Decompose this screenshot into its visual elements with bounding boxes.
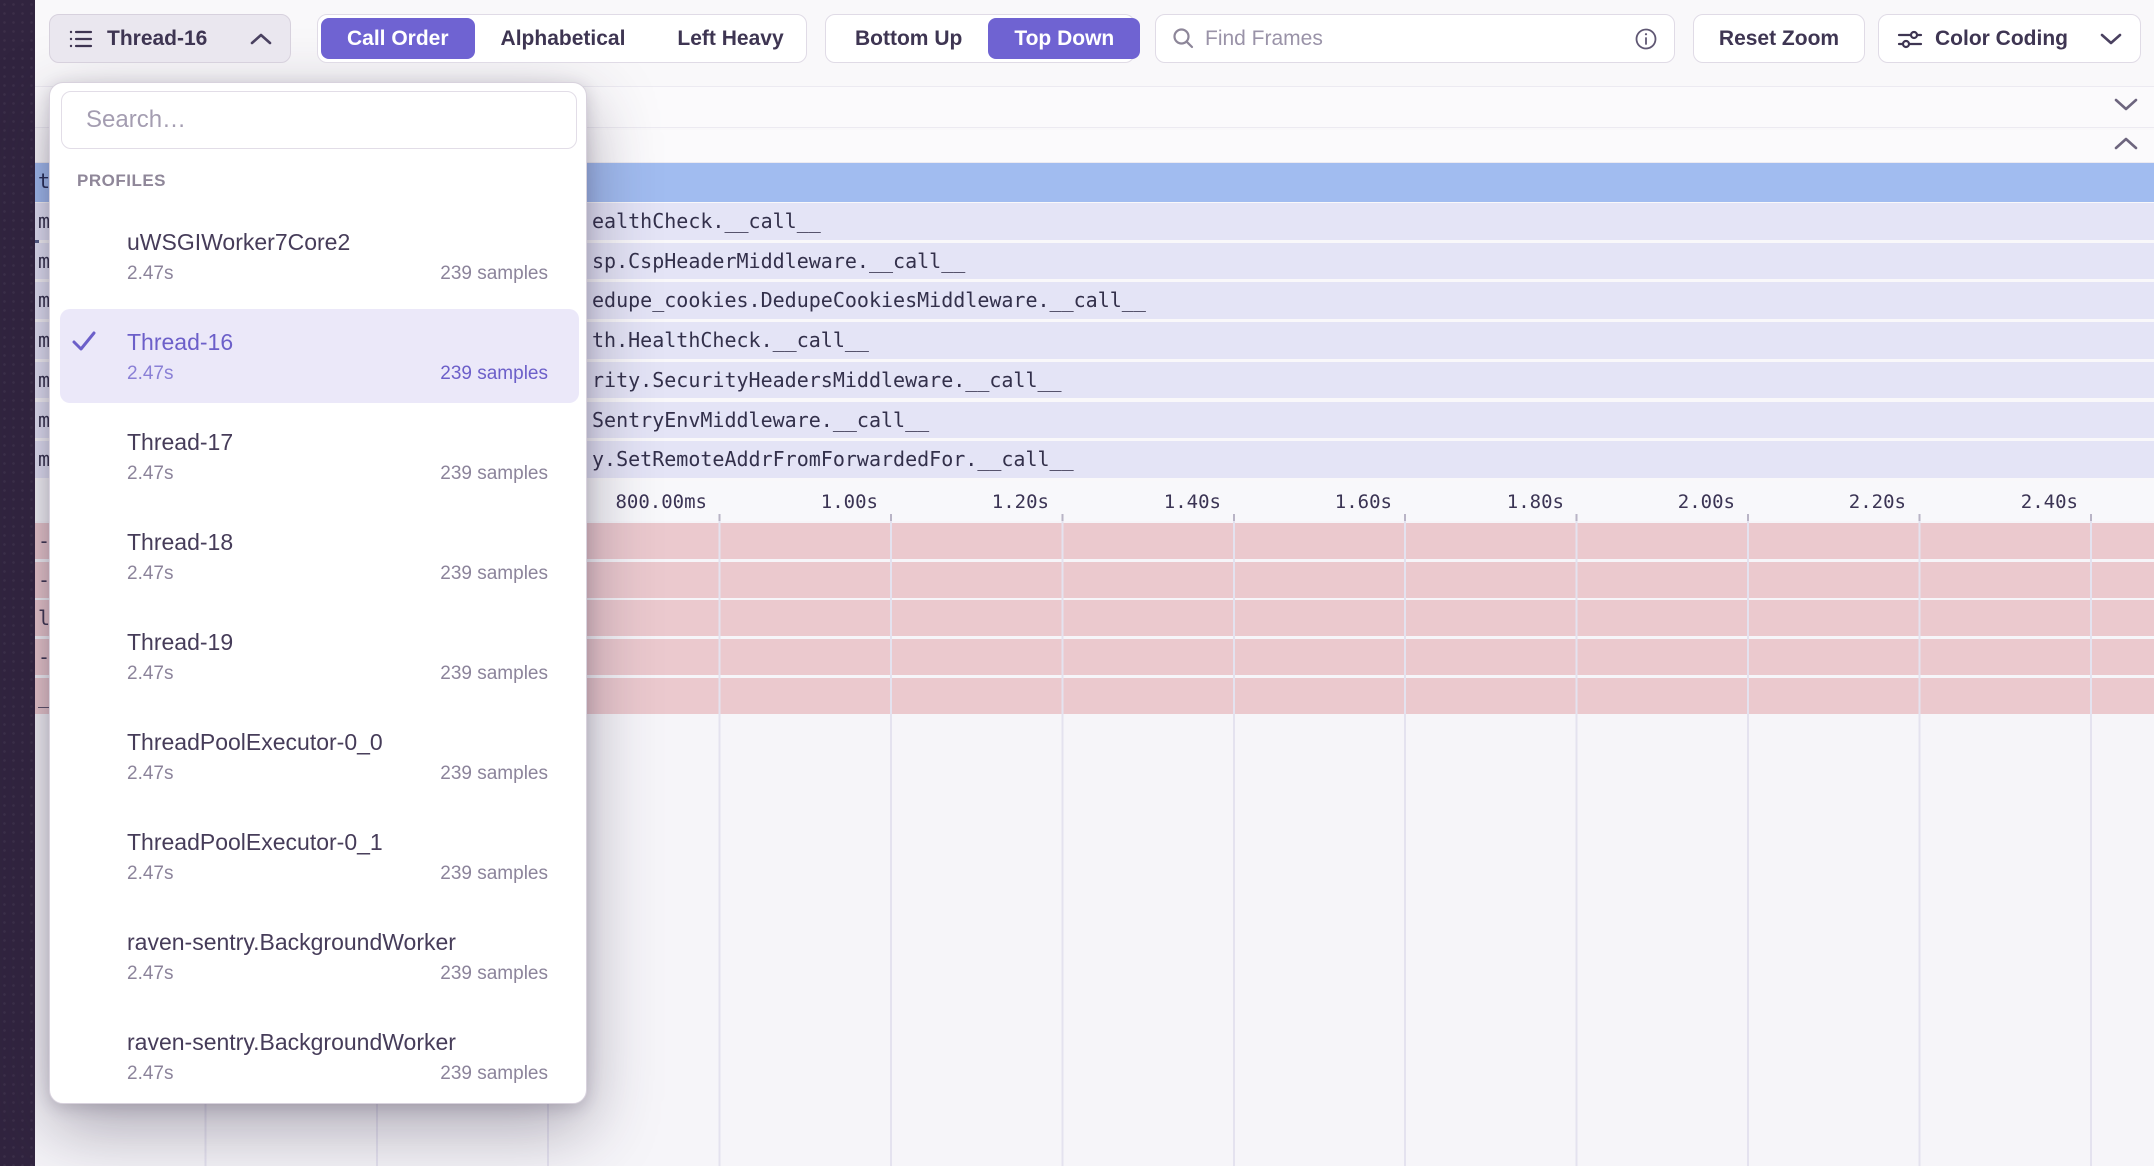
profile-item[interactable]: Thread-19 2.47s 239 samples <box>50 611 588 711</box>
profile-item[interactable]: Thread-18 2.47s 239 samples <box>50 511 588 611</box>
profile-duration: 2.47s <box>127 461 173 487</box>
profile-item[interactable]: ThreadPoolExecutor-0_1 2.47s 239 samples <box>50 811 588 911</box>
profile-name: Thread-16 <box>127 327 548 357</box>
profile-item[interactable]: Thread-17 2.47s 239 samples <box>50 411 588 511</box>
chevron-down-icon <box>2100 33 2122 45</box>
profile-samples: 239 samples <box>440 1061 548 1087</box>
axis-tick-label: 2.20s <box>1849 491 1906 513</box>
profile-duration: 2.47s <box>127 561 173 587</box>
profiles-list: uWSGIWorker7Core2 2.47s 239 samples Threa… <box>50 211 588 1111</box>
profile-name: Thread-19 <box>127 627 548 657</box>
axis-tick-label: 1.20s <box>992 491 1049 513</box>
frame-label: rity.SecurityHeadersMiddleware.__call__ <box>592 362 1062 399</box>
toolbar: Thread-16 Call Order Alphabetical Left H… <box>0 0 2154 82</box>
profile-duration: 2.47s <box>127 1061 173 1087</box>
frame-label: y.SetRemoteAddrFromForwardedFor.__call__ <box>592 441 1074 478</box>
checkmark-icon <box>70 329 98 358</box>
sliders-icon <box>1897 28 1923 50</box>
profile-name: uWSGIWorker7Core2 <box>127 227 548 257</box>
profile-item[interactable]: uWSGIWorker7Core2 2.47s 239 samples <box>50 211 588 311</box>
sort-option-alphabetical[interactable]: Alphabetical <box>475 18 652 59</box>
search-icon <box>1172 27 1195 50</box>
color-coding-button[interactable]: Color Coding <box>1878 14 2141 63</box>
profile-samples: 239 samples <box>440 561 548 587</box>
profile-samples: 239 samples <box>440 961 548 987</box>
sort-option-left-heavy[interactable]: Left Heavy <box>651 18 809 59</box>
chevron-down-icon[interactable] <box>2114 98 2138 116</box>
axis-tick-label: 1.60s <box>1335 491 1392 513</box>
frame-label: edupe_cookies.DedupeCookiesMiddleware.__… <box>592 282 1146 319</box>
axis-tick-label: 1.80s <box>1507 491 1564 513</box>
color-coding-label: Color Coding <box>1935 27 2068 51</box>
profile-duration: 2.47s <box>127 961 173 987</box>
profile-name: ThreadPoolExecutor-0_1 <box>127 827 548 857</box>
find-frames-input[interactable] <box>1205 27 1624 51</box>
thread-selector-label: Thread-16 <box>107 27 237 51</box>
direction-option-bottom-up[interactable]: Bottom Up <box>829 18 988 59</box>
chevron-up-icon <box>250 33 272 45</box>
frame-label: ealthCheck.__call__ <box>592 203 821 240</box>
chevron-up-icon[interactable] <box>2114 137 2138 155</box>
find-frames-searchbox <box>1155 14 1675 63</box>
profiles-section-label: PROFILES <box>77 171 166 191</box>
profile-name: raven-sentry.BackgroundWorker <box>127 1027 548 1057</box>
profile-name: ThreadPoolExecutor-0_0 <box>127 727 548 757</box>
profile-samples: 239 samples <box>440 661 548 687</box>
frame-label: th.HealthCheck.__call__ <box>592 322 869 359</box>
profile-duration: 2.47s <box>127 861 173 887</box>
profile-samples: 239 samples <box>440 361 548 387</box>
profile-duration: 2.47s <box>127 361 173 387</box>
thread-selector-button[interactable]: Thread-16 <box>49 14 291 63</box>
direction-toggle-group: Bottom Up Top Down <box>825 14 1135 63</box>
profile-samples: 239 samples <box>440 761 548 787</box>
profile-name: Thread-18 <box>127 527 548 557</box>
profile-duration: 2.47s <box>127 661 173 687</box>
app-sidebar <box>0 0 35 1166</box>
axis-tick-label: 800.00ms <box>615 491 707 513</box>
axis-tick-label: 2.00s <box>1678 491 1735 513</box>
axis-tick-label: 1.40s <box>1164 491 1221 513</box>
profile-item[interactable]: raven-sentry.BackgroundWorker 2.47s 239 s… <box>50 911 588 1011</box>
axis-tick-label: 1.00s <box>821 491 878 513</box>
profile-name: Thread-17 <box>127 427 548 457</box>
profiles-search-input[interactable] <box>61 91 577 149</box>
profile-item[interactable]: ThreadPoolExecutor-0_0 2.47s 239 samples <box>50 711 588 811</box>
profile-name: raven-sentry.BackgroundWorker <box>127 927 548 957</box>
profile-duration: 2.47s <box>127 761 173 787</box>
profile-item-selected[interactable]: Thread-16 2.47s 239 samples <box>50 311 588 411</box>
frame-label: SentryEnvMiddleware.__call__ <box>592 402 929 439</box>
profiler-app: t mealthCheck.__call__ msp.CspHeaderMidd… <box>0 0 2154 1166</box>
info-icon[interactable] <box>1634 27 1658 51</box>
reset-zoom-button[interactable]: Reset Zoom <box>1693 14 1865 63</box>
profile-samples: 239 samples <box>440 261 548 287</box>
profiles-dropdown: PROFILES uWSGIWorker7Core2 2.47s 239 samp… <box>49 82 587 1104</box>
profile-samples: 239 samples <box>440 861 548 887</box>
thread-list-icon <box>68 27 94 51</box>
profile-duration: 2.47s <box>127 261 173 287</box>
frame-label: sp.CspHeaderMiddleware.__call__ <box>592 243 965 280</box>
sort-toggle-group: Call Order Alphabetical Left Heavy <box>317 14 807 63</box>
profile-item[interactable]: raven-sentry.BackgroundWorker 2.47s 239 s… <box>50 1011 588 1111</box>
axis-tick-label: 2.40s <box>2021 491 2078 513</box>
profile-samples: 239 samples <box>440 461 548 487</box>
direction-option-top-down[interactable]: Top Down <box>988 18 1140 59</box>
sort-option-call-order[interactable]: Call Order <box>321 18 475 59</box>
